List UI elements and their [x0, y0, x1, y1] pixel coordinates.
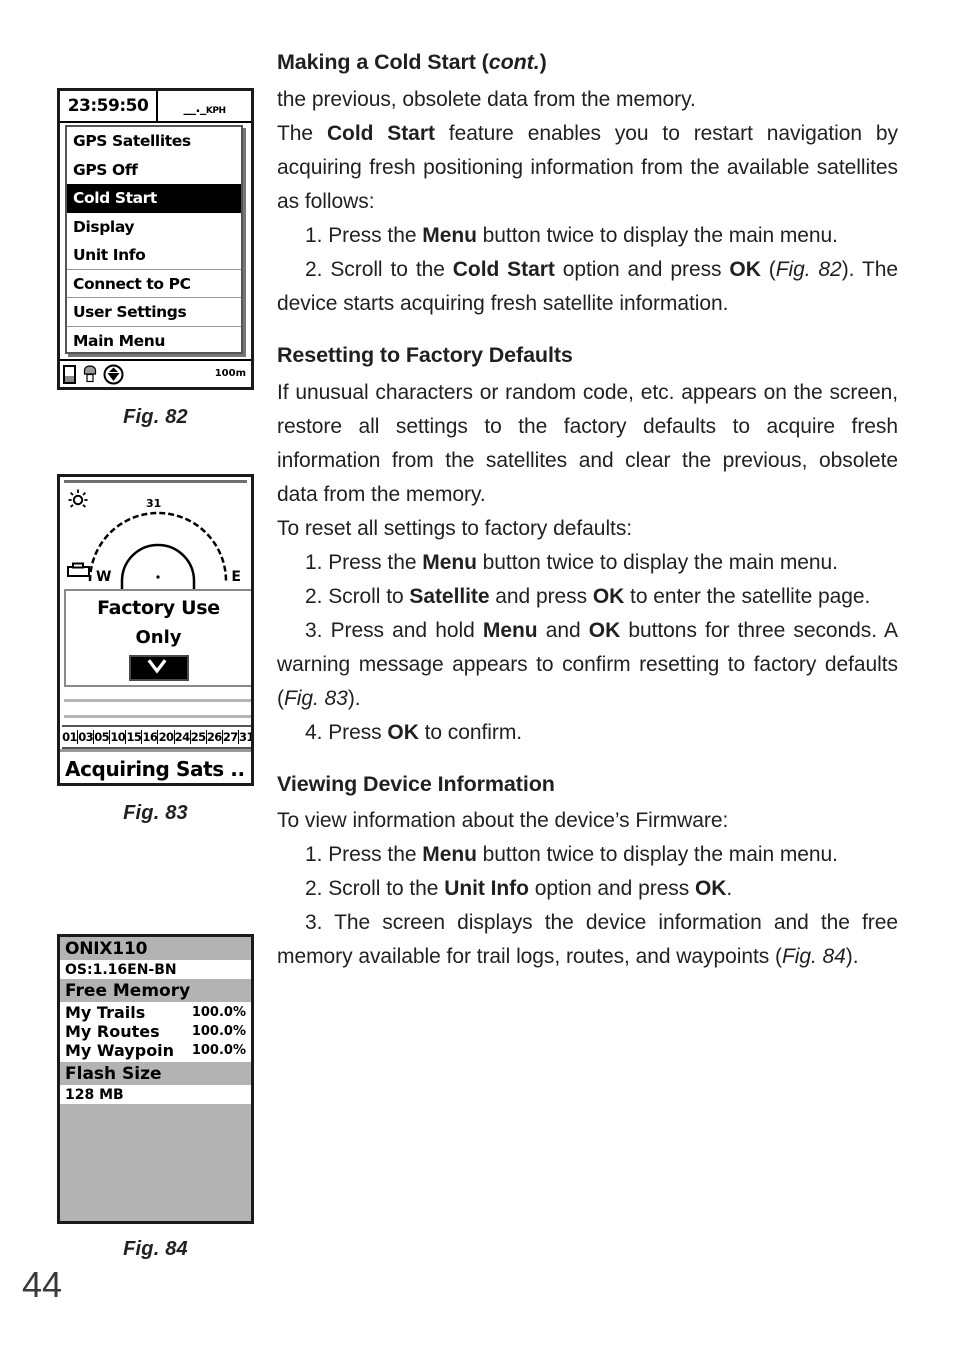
section-1-title-italic: cont.: [488, 50, 540, 74]
menu-item-gps-satellites[interactable]: GPS Satellites: [67, 127, 241, 156]
section-divider: [277, 321, 898, 343]
speed-readout: __._ KPH: [158, 91, 251, 121]
section-divider: [277, 750, 898, 772]
flash-size-value: 128 MB: [60, 1085, 251, 1104]
section-2-step-4: 4. Press OK to confirm.: [305, 720, 523, 744]
table-row: My Waypoin 100.0%: [65, 1041, 246, 1060]
gps-device-screen-unit-info: ONIX110 OS:1.16EN-BN Free Memory My Trai…: [57, 934, 254, 1224]
table-row: My Routes 100.0%: [65, 1022, 246, 1041]
device-main-menu[interactable]: GPS Satellites GPS Off Cold Start Displa…: [65, 125, 243, 354]
dialog-line-1: Factory Use: [97, 597, 220, 619]
gps-device-screen-menu: 23:59:50 __._ KPH GPS Satellites GPS Off …: [57, 88, 254, 390]
memory-row-value: 100.0%: [191, 1005, 246, 1020]
section-1-step-1: 1. Press the Menu button twice to displa…: [305, 223, 838, 247]
memory-row-label: My Routes: [65, 1022, 160, 1041]
section-2-title: Resetting to Factory Defaults: [277, 342, 573, 367]
dialog-line-2: Only: [135, 627, 182, 648]
menu-item-display[interactable]: Display: [67, 213, 241, 242]
section-2-paragraph-2: To reset all settings to factory default…: [277, 516, 633, 540]
compass-west-label: W: [96, 569, 112, 585]
sky-satellite-label: 31: [146, 497, 162, 510]
sky-view-panel: 31 W E: [60, 477, 251, 597]
menu-item-gps-off[interactable]: GPS Off: [67, 156, 241, 185]
satellite-id: 31: [238, 730, 254, 744]
satellite-id: 24: [174, 730, 191, 744]
satellite-id: 25: [190, 730, 207, 744]
section-1-step-2: 2. Scroll to the Cold Start option and p…: [277, 257, 898, 315]
flash-size-section-label: Flash Size: [60, 1062, 251, 1085]
satellite-id-row: 01 03 05 10 15 16 20 24 25 26 27 31: [62, 725, 254, 749]
free-memory-section-label: Free Memory: [60, 979, 251, 1002]
satellite-id: 16: [142, 730, 159, 744]
satellite-id: 10: [110, 730, 127, 744]
acquiring-status-text: Acquiring Sats ..: [60, 749, 251, 783]
factory-use-dialog: Factory Use Only: [64, 589, 251, 687]
map-scale-indicator: 100m: [215, 369, 248, 379]
page-title: Making a Cold Start (cont.): [277, 50, 898, 76]
menu-item-unit-info[interactable]: Unit Info: [67, 241, 241, 270]
speed-value: __._: [183, 101, 206, 116]
satellite-id: 20: [158, 730, 175, 744]
table-row: My Trails 100.0%: [65, 1003, 246, 1022]
page-number: 44: [22, 1264, 63, 1305]
section-3-step-3: 3. The screen displays the device inform…: [277, 911, 898, 969]
battery-icon: [67, 562, 91, 578]
figure-84: ONIX110 OS:1.16EN-BN Free Memory My Trai…: [57, 934, 254, 1261]
menu-item-connect-to-pc[interactable]: Connect to PC: [67, 270, 241, 298]
compass-icon: [103, 364, 124, 385]
section-3-title: Viewing Device Information: [277, 771, 555, 796]
device-os-version: OS:1.16EN-BN: [60, 960, 251, 979]
satellite-id: 27: [222, 730, 239, 744]
satellite-id: 15: [126, 730, 143, 744]
figure-84-caption: Fig. 84: [123, 1238, 188, 1260]
section-2-paragraph-1: If unusual characters or random code, et…: [277, 380, 898, 506]
free-memory-table: My Trails 100.0% My Routes 100.0% My Way…: [60, 1002, 251, 1062]
memory-row-label: My Waypoin: [65, 1041, 175, 1060]
dialog-confirm-button[interactable]: [128, 655, 189, 681]
section-2-step-1: 1. Press the Menu button twice to displa…: [305, 550, 838, 574]
device-bottom-bar: 100m: [60, 359, 251, 387]
memory-row-value: 100.0%: [191, 1024, 246, 1039]
device-status-bar: 23:59:50 __._ KPH: [60, 91, 251, 123]
clock-readout: 23:59:50: [60, 91, 158, 121]
section-3-paragraph-1: To view information about the device’s F…: [277, 809, 729, 833]
menu-item-user-settings[interactable]: User Settings: [67, 298, 241, 327]
map-scale-label: 100m: [214, 368, 246, 379]
compass-east-label: E: [231, 569, 241, 585]
section-3-step-1: 1. Press the Menu button twice to displa…: [305, 843, 838, 867]
figure-82-caption: Fig. 82: [123, 406, 188, 428]
section-1-title-tail: ): [539, 50, 547, 74]
speed-unit: KPH: [205, 106, 226, 116]
satellite-id: 01: [62, 730, 79, 744]
main-text-column: Making a Cold Start (cont.) the previous…: [277, 50, 898, 974]
section-1-paragraph-2: The Cold Start feature enables you to re…: [277, 121, 898, 213]
device-model-label: ONIX110: [60, 937, 251, 960]
pedestrian-mode-icon: [81, 364, 99, 384]
figure-83: 31 W E Factory Use Only 01 03 05 10 15 1…: [57, 474, 254, 825]
gps-device-screen-satellite: 31 W E Factory Use Only 01 03 05 10 15 1…: [57, 474, 254, 786]
section-1-title: Making a Cold Start (: [277, 50, 489, 74]
figure-column: 23:59:50 __._ KPH GPS Satellites GPS Off …: [0, 0, 270, 1347]
section-2-step-3: 3. Press and hold Menu and OK buttons fo…: [277, 618, 898, 710]
section-3-step-2: 2. Scroll to the Unit Info option and pr…: [305, 877, 733, 901]
section-1-paragraph-1: the previous, obsolete data from the mem…: [277, 87, 696, 111]
memory-row-label: My Trails: [65, 1003, 146, 1022]
section-2-step-2: 2. Scroll to Satellite and press OK to e…: [305, 584, 871, 608]
sky-plot-arcs: [88, 511, 228, 589]
menu-item-main-menu[interactable]: Main Menu: [67, 327, 241, 353]
satellite-id: 26: [206, 730, 223, 744]
battery-icon: [63, 364, 76, 384]
satellite-id: 05: [94, 730, 111, 744]
menu-item-cold-start[interactable]: Cold Start: [67, 184, 241, 213]
memory-row-value: 100.0%: [191, 1043, 246, 1058]
satellite-id: 03: [78, 730, 95, 744]
figure-83-caption: Fig. 83: [123, 802, 188, 824]
figure-82: 23:59:50 __._ KPH GPS Satellites GPS Off …: [57, 88, 254, 429]
